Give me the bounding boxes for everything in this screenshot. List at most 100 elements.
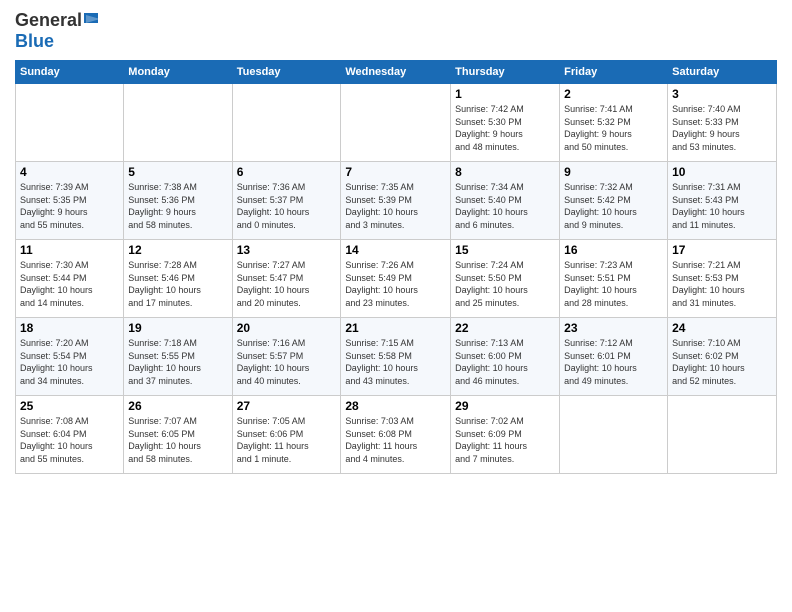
day-info: Sunrise: 7:39 AM Sunset: 5:35 PM Dayligh… xyxy=(20,181,119,231)
calendar-cell: 11 Sunrise: 7:30 AM Sunset: 5:44 PM Dayli… xyxy=(16,240,124,318)
calendar-cell: 16 Sunrise: 7:23 AM Sunset: 5:51 PM Dayli… xyxy=(560,240,668,318)
day-number: 13 xyxy=(237,243,337,257)
day-info: Sunrise: 7:03 AM Sunset: 6:08 PM Dayligh… xyxy=(345,415,446,465)
day-info: Sunrise: 7:30 AM Sunset: 5:44 PM Dayligh… xyxy=(20,259,119,309)
logo-general-text: General xyxy=(15,10,82,31)
week-row-4: 18 Sunrise: 7:20 AM Sunset: 5:54 PM Dayli… xyxy=(16,318,777,396)
day-info: Sunrise: 7:12 AM Sunset: 6:01 PM Dayligh… xyxy=(564,337,663,387)
calendar-cell: 8 Sunrise: 7:34 AM Sunset: 5:40 PM Daylig… xyxy=(451,162,560,240)
day-info: Sunrise: 7:40 AM Sunset: 5:33 PM Dayligh… xyxy=(672,103,772,153)
day-info: Sunrise: 7:34 AM Sunset: 5:40 PM Dayligh… xyxy=(455,181,555,231)
day-number: 26 xyxy=(128,399,227,413)
day-info: Sunrise: 7:13 AM Sunset: 6:00 PM Dayligh… xyxy=(455,337,555,387)
calendar-cell: 23 Sunrise: 7:12 AM Sunset: 6:01 PM Dayli… xyxy=(560,318,668,396)
calendar-cell: 3Sunrise: 7:40 AM Sunset: 5:33 PM Daylig… xyxy=(668,84,777,162)
weekday-thursday: Thursday xyxy=(451,61,560,84)
day-number: 8 xyxy=(455,165,555,179)
week-row-2: 4 Sunrise: 7:39 AM Sunset: 5:35 PM Daylig… xyxy=(16,162,777,240)
weekday-tuesday: Tuesday xyxy=(232,61,341,84)
day-info: Sunrise: 7:20 AM Sunset: 5:54 PM Dayligh… xyxy=(20,337,119,387)
logo-flag-icon xyxy=(84,13,106,29)
day-number: 23 xyxy=(564,321,663,335)
calendar-cell: 24Sunrise: 7:10 AM Sunset: 6:02 PM Dayli… xyxy=(668,318,777,396)
day-info: Sunrise: 7:26 AM Sunset: 5:49 PM Dayligh… xyxy=(345,259,446,309)
day-number: 24 xyxy=(672,321,772,335)
logo-blue-text: Blue xyxy=(15,31,54,52)
header: General Blue xyxy=(15,10,777,52)
day-info: Sunrise: 7:35 AM Sunset: 5:39 PM Dayligh… xyxy=(345,181,446,231)
day-number: 6 xyxy=(237,165,337,179)
calendar-cell: 26Sunrise: 7:07 AM Sunset: 6:05 PM Dayli… xyxy=(124,396,232,474)
day-number: 17 xyxy=(672,243,772,257)
calendar-cell: 7 Sunrise: 7:35 AM Sunset: 5:39 PM Daylig… xyxy=(341,162,451,240)
calendar-cell xyxy=(16,84,124,162)
day-info: Sunrise: 7:28 AM Sunset: 5:46 PM Dayligh… xyxy=(128,259,227,309)
calendar-cell xyxy=(560,396,668,474)
day-number: 21 xyxy=(345,321,446,335)
day-info: Sunrise: 7:32 AM Sunset: 5:42 PM Dayligh… xyxy=(564,181,663,231)
day-info: Sunrise: 7:36 AM Sunset: 5:37 PM Dayligh… xyxy=(237,181,337,231)
calendar-cell: 20 Sunrise: 7:16 AM Sunset: 5:57 PM Dayli… xyxy=(232,318,341,396)
calendar-cell: 6 Sunrise: 7:36 AM Sunset: 5:37 PM Daylig… xyxy=(232,162,341,240)
day-info: Sunrise: 7:08 AM Sunset: 6:04 PM Dayligh… xyxy=(20,415,119,465)
calendar-cell: 17 Sunrise: 7:21 AM Sunset: 5:53 PM Dayli… xyxy=(668,240,777,318)
calendar-cell: 14 Sunrise: 7:26 AM Sunset: 5:49 PM Dayli… xyxy=(341,240,451,318)
week-row-5: 25 Sunrise: 7:08 AM Sunset: 6:04 PM Dayli… xyxy=(16,396,777,474)
calendar-cell xyxy=(232,84,341,162)
day-info: Sunrise: 7:02 AM Sunset: 6:09 PM Dayligh… xyxy=(455,415,555,465)
week-row-3: 11 Sunrise: 7:30 AM Sunset: 5:44 PM Dayli… xyxy=(16,240,777,318)
day-number: 25 xyxy=(20,399,119,413)
logo-content: General Blue xyxy=(15,10,106,52)
weekday-saturday: Saturday xyxy=(668,61,777,84)
logo: General Blue xyxy=(15,10,106,52)
day-number: 28 xyxy=(345,399,446,413)
calendar-cell: 5Sunrise: 7:38 AM Sunset: 5:36 PM Daylig… xyxy=(124,162,232,240)
day-info: Sunrise: 7:42 AM Sunset: 5:30 PM Dayligh… xyxy=(455,103,555,153)
day-info: Sunrise: 7:21 AM Sunset: 5:53 PM Dayligh… xyxy=(672,259,772,309)
day-number: 16 xyxy=(564,243,663,257)
day-number: 4 xyxy=(20,165,119,179)
calendar-cell xyxy=(668,396,777,474)
calendar-cell: 10 Sunrise: 7:31 AM Sunset: 5:43 PM Dayli… xyxy=(668,162,777,240)
day-info: Sunrise: 7:16 AM Sunset: 5:57 PM Dayligh… xyxy=(237,337,337,387)
calendar-cell: 27 Sunrise: 7:05 AM Sunset: 6:06 PM Dayli… xyxy=(232,396,341,474)
calendar-cell: 28 Sunrise: 7:03 AM Sunset: 6:08 PM Dayli… xyxy=(341,396,451,474)
day-info: Sunrise: 7:31 AM Sunset: 5:43 PM Dayligh… xyxy=(672,181,772,231)
day-number: 20 xyxy=(237,321,337,335)
calendar-cell: 9Sunrise: 7:32 AM Sunset: 5:42 PM Daylig… xyxy=(560,162,668,240)
day-number: 11 xyxy=(20,243,119,257)
day-number: 19 xyxy=(128,321,227,335)
calendar-cell: 18 Sunrise: 7:20 AM Sunset: 5:54 PM Dayli… xyxy=(16,318,124,396)
weekday-monday: Monday xyxy=(124,61,232,84)
calendar-cell: 15 Sunrise: 7:24 AM Sunset: 5:50 PM Dayli… xyxy=(451,240,560,318)
day-number: 18 xyxy=(20,321,119,335)
calendar-cell: 19Sunrise: 7:18 AM Sunset: 5:55 PM Dayli… xyxy=(124,318,232,396)
day-info: Sunrise: 7:05 AM Sunset: 6:06 PM Dayligh… xyxy=(237,415,337,465)
calendar-cell: 4 Sunrise: 7:39 AM Sunset: 5:35 PM Daylig… xyxy=(16,162,124,240)
day-info: Sunrise: 7:24 AM Sunset: 5:50 PM Dayligh… xyxy=(455,259,555,309)
calendar-cell: 29Sunrise: 7:02 AM Sunset: 6:09 PM Dayli… xyxy=(451,396,560,474)
day-number: 10 xyxy=(672,165,772,179)
calendar-cell xyxy=(124,84,232,162)
calendar-cell: 2 Sunrise: 7:41 AM Sunset: 5:32 PM Daylig… xyxy=(560,84,668,162)
day-number: 1 xyxy=(455,87,555,101)
calendar-cell: 25 Sunrise: 7:08 AM Sunset: 6:04 PM Dayli… xyxy=(16,396,124,474)
calendar-cell: 12Sunrise: 7:28 AM Sunset: 5:46 PM Dayli… xyxy=(124,240,232,318)
weekday-wednesday: Wednesday xyxy=(341,61,451,84)
calendar-cell: 1 Sunrise: 7:42 AM Sunset: 5:30 PM Daylig… xyxy=(451,84,560,162)
day-number: 2 xyxy=(564,87,663,101)
day-number: 27 xyxy=(237,399,337,413)
week-row-1: 1 Sunrise: 7:42 AM Sunset: 5:30 PM Daylig… xyxy=(16,84,777,162)
day-number: 22 xyxy=(455,321,555,335)
day-info: Sunrise: 7:41 AM Sunset: 5:32 PM Dayligh… xyxy=(564,103,663,153)
calendar-cell xyxy=(341,84,451,162)
calendar-cell: 21Sunrise: 7:15 AM Sunset: 5:58 PM Dayli… xyxy=(341,318,451,396)
weekday-header-row: SundayMondayTuesdayWednesdayThursdayFrid… xyxy=(16,61,777,84)
page: General Blue SundayMondayTuesdayWednesda… xyxy=(0,0,792,612)
day-info: Sunrise: 7:23 AM Sunset: 5:51 PM Dayligh… xyxy=(564,259,663,309)
day-number: 14 xyxy=(345,243,446,257)
day-number: 7 xyxy=(345,165,446,179)
day-info: Sunrise: 7:27 AM Sunset: 5:47 PM Dayligh… xyxy=(237,259,337,309)
calendar-cell: 13 Sunrise: 7:27 AM Sunset: 5:47 PM Dayli… xyxy=(232,240,341,318)
day-number: 15 xyxy=(455,243,555,257)
